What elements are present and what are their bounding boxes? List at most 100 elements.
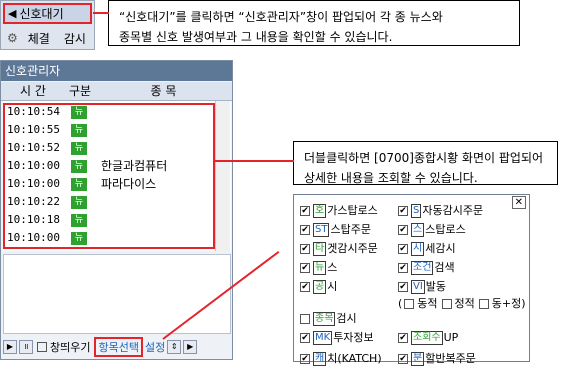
bottom-bar: ▶ ॥ 창띄우기 항목선택 설정 ⇕ ▶ — [1, 337, 232, 357]
option-label-rest: 스탑주문 — [330, 223, 371, 236]
option-item[interactable]: ✔ 시 세감시 — [398, 241, 456, 257]
vi-both-checkbox[interactable] — [478, 299, 489, 310]
window-title: 신호관리자 — [1, 61, 232, 81]
option-checkbox[interactable]: ✔ — [300, 263, 310, 273]
option-checkbox[interactable]: ✔ — [398, 263, 408, 273]
option-checkbox[interactable]: ✔ — [300, 333, 310, 344]
option-checkbox[interactable]: ✔ — [300, 244, 310, 254]
vi-static-label: 정적 — [454, 297, 475, 311]
option-label-tag: 뉴 — [313, 261, 327, 275]
connector-line — [93, 12, 109, 14]
option-label-rest: 가스탑로스 — [327, 204, 378, 217]
option-label-rest: 할반복주문 — [425, 352, 476, 366]
pause-icon[interactable]: ॥ — [19, 340, 33, 354]
option-item[interactable]: ✔ 뉴 스 — [300, 260, 337, 276]
option-label-tag: 조회수 — [411, 331, 443, 346]
option-item[interactable]: ✔ MK 투자정보 — [300, 330, 374, 346]
spin-icon[interactable]: ⇕ — [167, 340, 182, 354]
option-label-rest: 치(KATCH) — [327, 352, 382, 366]
option-item[interactable]: ✔ ST 스탑주문 — [300, 222, 371, 238]
option-item[interactable]: ✔ 조회수 UP — [398, 330, 458, 346]
option-item[interactable]: ✔ VI 발동 — [398, 279, 446, 295]
signal-wait-label: 신호대기 — [19, 7, 64, 21]
callout-double-click: 더블클릭하면 [0700]종합시황 화면이 팝업되어 상세한 내용을 조회할 수… — [293, 141, 558, 185]
option-label-rest: 자동감시주문 — [422, 204, 484, 217]
header-time: 시 간 — [1, 82, 65, 101]
header-item: 종 목 — [95, 82, 232, 101]
vi-sub-options: ( 동적 정적 동+정) — [398, 296, 526, 312]
window-top-label: 창띄우기 — [50, 341, 91, 354]
option-label-rest: 겟감시주문 — [327, 242, 378, 255]
option-label-tag: 캐 — [313, 352, 327, 367]
callout-signal-wait: “신호대기”를 클릭하면 “신호관리자”창이 팝업되어 각 종 뉴스와 종목별 … — [108, 0, 520, 46]
option-item[interactable]: ✔ 공 시 — [300, 279, 337, 295]
list-highlight — [3, 103, 215, 249]
option-label-rest: 세감시 — [425, 242, 456, 255]
option-checkbox[interactable] — [300, 314, 310, 325]
option-label-tag: 스 — [411, 223, 425, 237]
signal-manager-window: 신호관리자 시 간 구분 종 목 10:10:54 뉴 10:10:55 뉴 10:10… — [0, 60, 233, 360]
option-label-tag: 조건 — [411, 261, 434, 275]
monitor-button[interactable]: 감시 — [64, 30, 86, 47]
option-label-tag: VI — [411, 280, 425, 294]
option-item[interactable]: ✔ S 자동감시주문 — [398, 203, 483, 219]
option-item[interactable]: ✔ 스 스탑로스 — [398, 222, 466, 238]
option-checkbox[interactable]: ✔ — [398, 333, 408, 344]
option-label-tag: 종목 — [313, 312, 336, 327]
vi-close-paren: ) — [521, 297, 526, 311]
execution-button[interactable]: 체결 — [28, 30, 50, 47]
option-label-tag: 공 — [313, 280, 327, 294]
settings-button[interactable]: 설정 — [145, 339, 165, 355]
option-checkbox[interactable]: ✔ — [398, 225, 408, 235]
vi-dynamic-checkbox[interactable] — [404, 299, 415, 310]
vi-static-checkbox[interactable] — [441, 299, 452, 310]
option-label-tag: 호 — [313, 204, 327, 218]
option-label-rest: 스탑로스 — [425, 223, 466, 236]
option-checkbox[interactable]: ✔ — [300, 354, 310, 365]
option-label-tag: 시 — [411, 242, 425, 256]
option-label-tag: S — [411, 204, 422, 218]
speaker-icon: ◀ — [8, 7, 17, 20]
option-checkbox[interactable]: ✔ — [300, 206, 310, 216]
play-icon[interactable]: ▶ — [3, 340, 17, 354]
item-select-button[interactable]: 항목선택 — [94, 337, 143, 357]
option-checkbox[interactable]: ✔ — [398, 354, 408, 365]
list-scrollbar[interactable] — [215, 101, 230, 251]
vi-open-paren: ( — [398, 297, 403, 311]
option-item[interactable]: ✔ 조건 검색 — [398, 260, 455, 276]
option-label-rest: 검색 — [434, 261, 455, 274]
option-checkbox[interactable]: ✔ — [398, 282, 408, 292]
header-type: 구분 — [65, 82, 95, 101]
option-label-rest: 스 — [327, 261, 338, 274]
option-checkbox[interactable]: ✔ — [300, 225, 310, 235]
gear-icon[interactable]: ⚙ — [7, 31, 18, 45]
signal-toolbar: ◀ 신호대기 ⚙ 체결 감시 — [0, 0, 95, 50]
connector-line-2 — [215, 160, 294, 162]
option-item[interactable]: ✔ 캐 치(KATCH) — [300, 351, 382, 367]
option-label-tag: MK — [313, 331, 333, 346]
option-item[interactable]: ✔ 타 겟감시주문 — [300, 241, 378, 257]
vi-both-label: 동+정 — [491, 297, 522, 311]
option-label-rest: UP — [443, 331, 459, 345]
vi-dynamic-label: 동적 — [417, 297, 438, 311]
option-checkbox[interactable]: ✔ — [300, 282, 310, 292]
item-select-popup: ✕ ✔ 호 가스탑로스 ✔ S 자동감시주문 ✔ ST 스탑주문 ✔ 스 스탑로스 ✔ 타 겟감시주문 ✔ 시 세… — [293, 194, 530, 367]
option-label-rest: 발동 — [425, 280, 447, 293]
option-label-rest: 투자정보 — [333, 331, 374, 345]
option-checkbox[interactable]: ✔ — [398, 206, 408, 216]
option-label-tag: 분 — [411, 352, 425, 367]
next-icon[interactable]: ▶ — [183, 340, 198, 354]
detail-panel — [3, 254, 231, 334]
option-item[interactable]: 종목 검시 — [300, 311, 357, 327]
option-label-tag: ST — [313, 223, 330, 237]
close-icon[interactable]: ✕ — [511, 196, 526, 209]
callout1-line2: 종목별 신호 발생여부과 그 내용을 확인할 수 있습니다. — [119, 30, 393, 44]
option-label-rest: 검시 — [336, 312, 357, 326]
window-top-checkbox[interactable] — [37, 342, 47, 352]
option-checkbox[interactable]: ✔ — [398, 244, 408, 254]
toolbar-row: ⚙ 체결 감시 — [1, 27, 96, 49]
option-item[interactable]: ✔ 분 할반복주문 — [398, 351, 476, 367]
signal-wait-button[interactable]: ◀ 신호대기 — [3, 3, 92, 24]
option-label-tag: 타 — [313, 242, 327, 256]
option-item[interactable]: ✔ 호 가스탑로스 — [300, 203, 378, 219]
